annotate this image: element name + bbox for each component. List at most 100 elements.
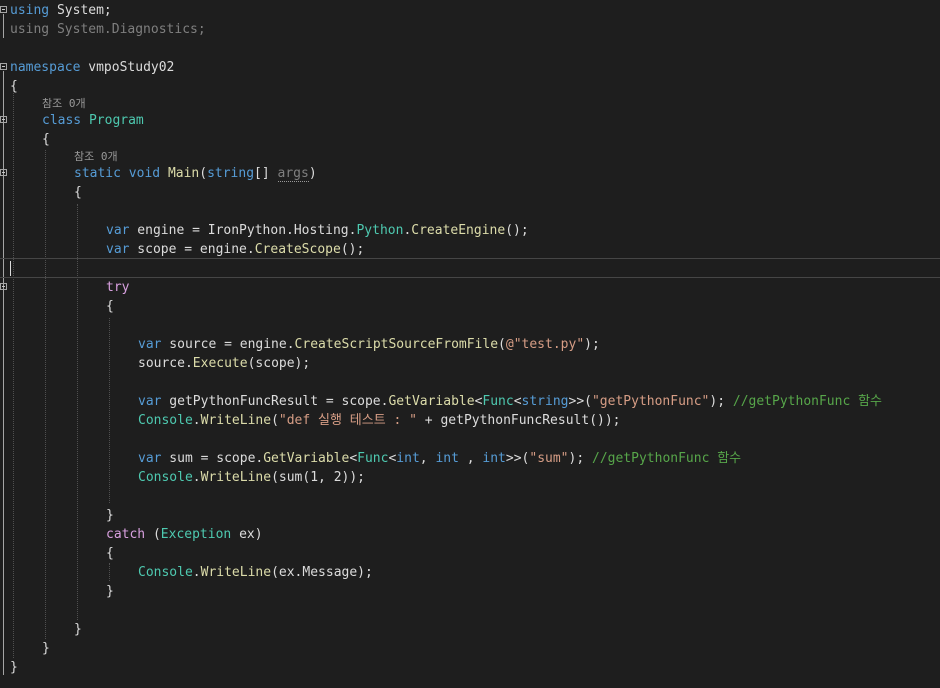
parameter-name: args (277, 166, 309, 182)
method-name: Main (167, 166, 200, 181)
brace: { (74, 185, 82, 200)
keyword: class (42, 113, 82, 128)
brace: { (42, 132, 50, 147)
code-line: using System.Diagnostics; (0, 20, 940, 39)
brace: } (74, 622, 82, 637)
punctuation: ); (709, 394, 733, 409)
code-editor[interactable]: using System; using System.Diagnostics; … (0, 0, 940, 688)
keyword: var (106, 242, 130, 257)
statement: sum = scope. (161, 451, 264, 466)
string-literal: "getPythonFunc" (591, 394, 710, 409)
namespace-ref: System; (49, 3, 112, 18)
code-line: { (0, 297, 940, 316)
method-name: CreateScriptSourceFromFile (294, 337, 499, 352)
brace: } (106, 584, 114, 599)
code-line: } (0, 506, 940, 525)
keyword: try (106, 280, 130, 295)
class-name: Program (88, 113, 144, 128)
reference-count-hint[interactable]: 참조 0개 (74, 150, 118, 163)
variable-ref: getPythonFuncResult (440, 413, 590, 428)
type-name: Console (138, 565, 193, 580)
punctuation: ) (308, 166, 317, 181)
code-line: var sum = scope.GetVariable<Func<int, in… (0, 449, 940, 468)
text-caret (10, 261, 11, 276)
method-name: GetVariable (388, 394, 475, 409)
keyword: int (435, 451, 459, 466)
comment: //getPythonFunc 함수 (592, 451, 742, 466)
punctuation: , (419, 451, 436, 466)
method-name: WriteLine (200, 413, 272, 428)
statement: engine = IronPython.Hosting. (129, 223, 357, 238)
method-name: WriteLine (200, 470, 272, 485)
code-line: } (0, 658, 940, 677)
brace: } (42, 641, 50, 656)
punctuation: . (192, 413, 201, 428)
code-line: class Program (0, 111, 940, 130)
code-line: Console.WriteLine(ex.Message); (0, 563, 940, 582)
operator: + (416, 413, 441, 428)
string-literal: "def 실행 테스트 : " (278, 413, 417, 428)
keyword: int (396, 451, 420, 466)
brace: } (106, 508, 114, 523)
keyword: var (106, 223, 130, 238)
method-name: CreateScope (254, 242, 341, 257)
namespace-name: vmpoStudy02 (80, 60, 175, 75)
string-literal: @"test.py" (505, 337, 585, 352)
type-name: Func (357, 451, 389, 466)
punctuation: (1, 2)); (302, 470, 366, 485)
code-line: var getPythonFuncResult = scope.GetVaria… (0, 392, 940, 411)
keyword: catch (106, 527, 146, 542)
punctuation: ()); (589, 413, 621, 428)
type-name: Console (138, 413, 193, 428)
keyword: using (10, 22, 50, 37)
brace: { (10, 79, 18, 94)
punctuation: ); (568, 451, 592, 466)
brace: { (106, 299, 114, 314)
punctuation: (scope); (247, 356, 311, 371)
punctuation: (); (505, 223, 529, 238)
brace: } (10, 660, 18, 675)
keyword: using (10, 3, 50, 18)
statement: getPythonFuncResult = scope. (161, 394, 389, 409)
type-name: Console (138, 470, 193, 485)
keyword: var (138, 451, 162, 466)
brace: { (106, 546, 114, 561)
code-line: var engine = IronPython.Hosting.Python.C… (0, 221, 940, 240)
punctuation: (ex.Message); (271, 565, 373, 580)
punctuation: >>( (505, 451, 530, 466)
statement: source = engine. (161, 337, 295, 352)
keyword: var (138, 337, 162, 352)
keyword: int (482, 451, 506, 466)
type-name: Exception (160, 527, 232, 542)
keyword: namespace (10, 60, 81, 75)
punctuation: < (349, 451, 358, 466)
method-name: Execute (192, 356, 248, 371)
code-line: } (0, 582, 940, 601)
punctuation: < (513, 394, 522, 409)
keyword: void (128, 166, 161, 181)
reference-count-hint[interactable]: 참조 0개 (42, 97, 86, 110)
keyword: string (521, 394, 569, 409)
statement: ex) (231, 527, 263, 542)
code-line: source.Execute(scope); (0, 354, 940, 373)
code-line: catch (Exception ex) (0, 525, 940, 544)
method-name: WriteLine (200, 565, 272, 580)
punctuation: ( (271, 470, 279, 485)
punctuation: . (192, 565, 201, 580)
statement: scope = engine. (129, 242, 255, 257)
comment: //getPythonFunc 함수 (732, 394, 883, 409)
punctuation: ); (584, 337, 600, 352)
keyword: string (207, 166, 255, 181)
type-name: Func (482, 394, 514, 409)
code-line: var source = engine.CreateScriptSourceFr… (0, 335, 940, 354)
punctuation: . (192, 470, 201, 485)
type-name: Python (356, 223, 404, 238)
punctuation: (); (340, 242, 365, 257)
code-line: Console.WriteLine(sum(1, 2)); (0, 468, 940, 487)
code-line: } (0, 620, 940, 639)
code-line: } (0, 639, 940, 658)
current-line-highlight[interactable] (0, 258, 940, 278)
code-line: var scope = engine.CreateScope(); (0, 240, 940, 259)
punctuation: >>( (568, 394, 592, 409)
method-name: GetVariable (263, 451, 350, 466)
